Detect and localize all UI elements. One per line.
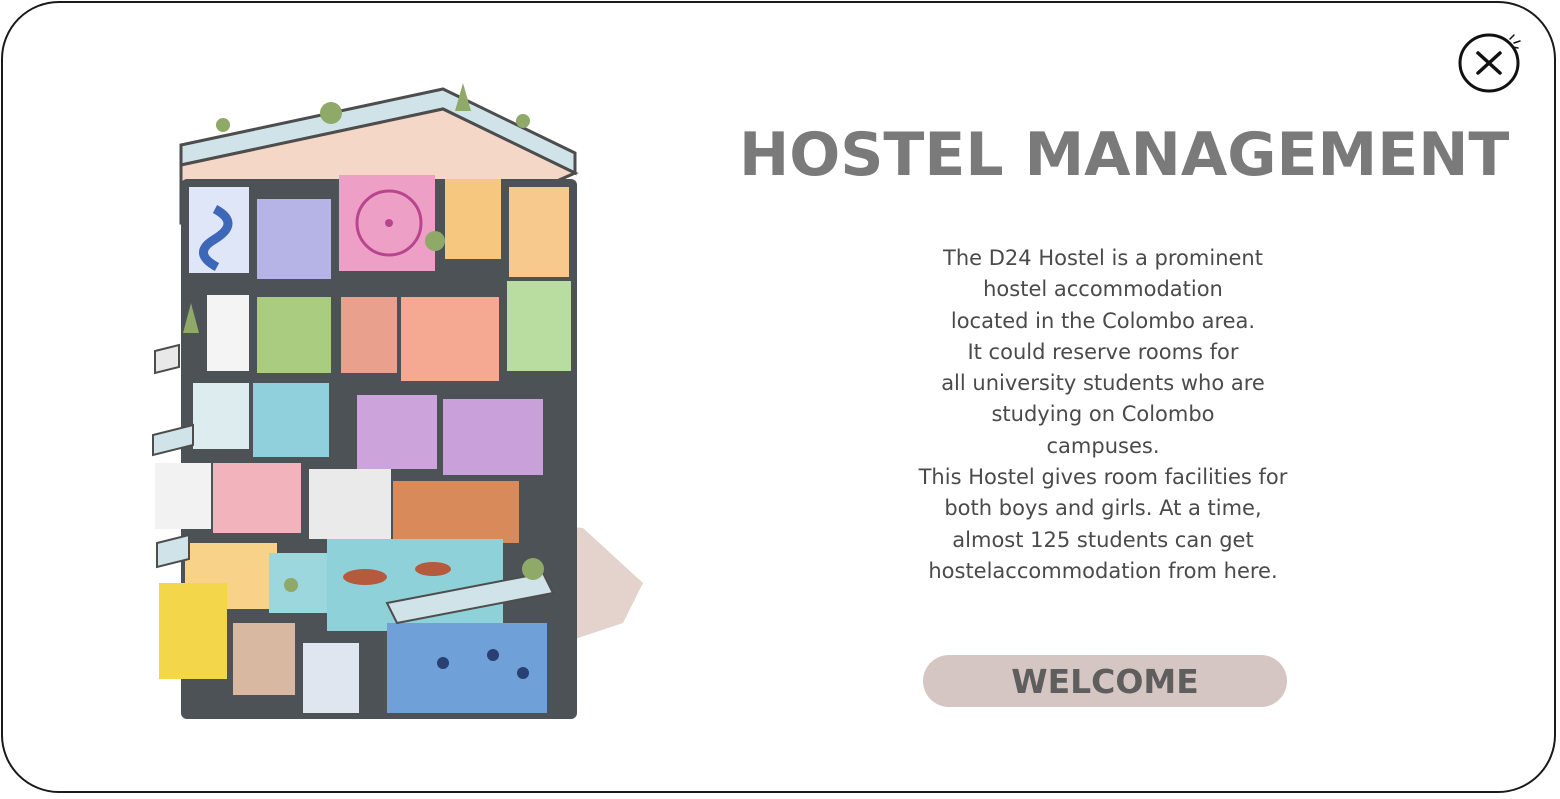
description-line: almost 125 students can get — [952, 527, 1254, 552]
description-line: This Hostel gives room facilities for — [918, 465, 1288, 490]
description-line: located in the Colombo area. — [950, 308, 1256, 333]
hostel-welcome-window: HOSTEL MANAGEMENT The D24 Hostel is a pr… — [1, 1, 1556, 793]
description-line: campuses. — [1046, 433, 1160, 458]
close-button[interactable] — [1458, 33, 1524, 95]
hostel-building-illustration — [152, 83, 643, 719]
description-line: hostel accommodation — [983, 277, 1223, 302]
close-icon — [1458, 33, 1521, 93]
welcome-button[interactable]: WELCOME — [923, 655, 1287, 707]
description-line: all university students who are — [941, 371, 1265, 396]
description-line: both boys and girls. At a time, — [944, 496, 1262, 521]
description-line: studying on Colombo — [991, 402, 1215, 427]
page-title: HOSTEL MANAGEMENT — [739, 120, 1510, 190]
description-line: The D24 Hostel is a prominent — [943, 246, 1263, 270]
description-line: hostelaccommodation from here. — [928, 558, 1278, 583]
description-line: It could reserve rooms for — [967, 339, 1239, 364]
description-text: The D24 Hostel is a prominent hostel acc… — [883, 243, 1323, 587]
